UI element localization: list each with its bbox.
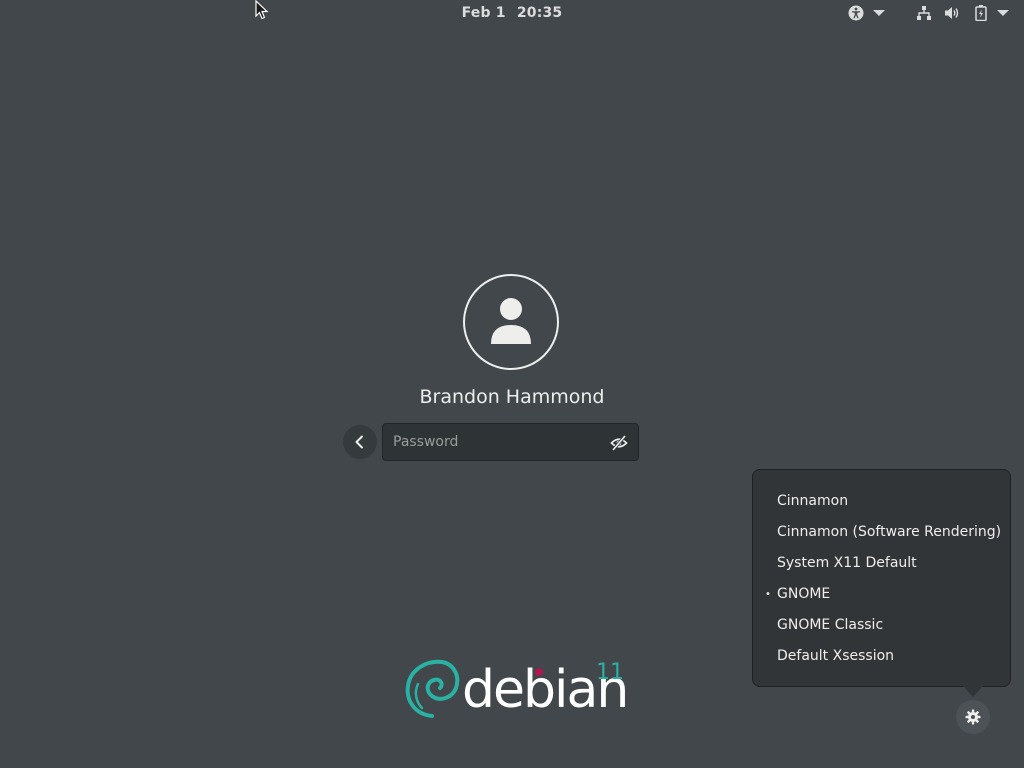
session-label: GNOME Classic — [777, 617, 884, 633]
date-time[interactable]: Feb 1 20:35 — [0, 5, 1024, 21]
chevron-down-icon[interactable] — [997, 5, 1009, 21]
password-input[interactable] — [383, 424, 623, 460]
battery-icon[interactable] — [974, 5, 988, 21]
session-item-gnome[interactable]: • GNOME — [753, 579, 1010, 610]
debian-logo: debian 11 — [404, 654, 634, 724]
debian-dot — [535, 668, 543, 676]
session-item-cinnamon[interactable]: Cinnamon — [753, 486, 1010, 517]
accessibility-icon[interactable] — [848, 5, 864, 21]
session-item-cinnamon-software-rendering[interactable]: Cinnamon (Software Rendering) — [753, 517, 1010, 548]
chevron-down-icon[interactable] — [873, 5, 885, 21]
mouse-pointer-icon — [255, 0, 269, 24]
chevron-left-icon — [355, 435, 363, 449]
reveal-password-icon[interactable] — [610, 434, 628, 455]
session-menu: Cinnamon Cinnamon (Software Rendering) S… — [752, 469, 1011, 687]
date-label: Feb 1 — [461, 5, 506, 21]
password-field[interactable] — [382, 423, 639, 461]
back-button[interactable] — [343, 425, 377, 459]
user-icon — [491, 298, 531, 344]
session-label: Cinnamon — [777, 493, 849, 509]
session-item-gnome-classic[interactable]: GNOME Classic — [753, 610, 1010, 641]
time-label: 20:35 — [516, 5, 563, 21]
top-bar: Feb 1 20:35 — [0, 0, 1024, 27]
user-avatar — [463, 274, 559, 370]
user-name: Brandon Hammond — [419, 386, 605, 408]
popover-arrow — [963, 686, 983, 697]
volume-icon[interactable] — [944, 5, 960, 21]
debian-swirl-icon — [405, 659, 460, 718]
debian-version: 11 — [596, 660, 624, 685]
session-label: Cinnamon (Software Rendering) — [777, 524, 1002, 540]
network-icon[interactable] — [916, 5, 932, 21]
session-list: Cinnamon Cinnamon (Software Rendering) S… — [753, 486, 1010, 672]
session-label: System X11 Default — [777, 555, 917, 571]
session-label: GNOME — [777, 586, 831, 602]
gear-icon — [965, 709, 981, 725]
session-label: Default Xsession — [777, 648, 895, 664]
session-item-system-x11-default[interactable]: System X11 Default — [753, 548, 1010, 579]
session-settings-button[interactable] — [956, 700, 990, 734]
session-item-default-xsession[interactable]: Default Xsession — [753, 641, 1010, 672]
selected-bullet-icon: • — [765, 589, 771, 600]
